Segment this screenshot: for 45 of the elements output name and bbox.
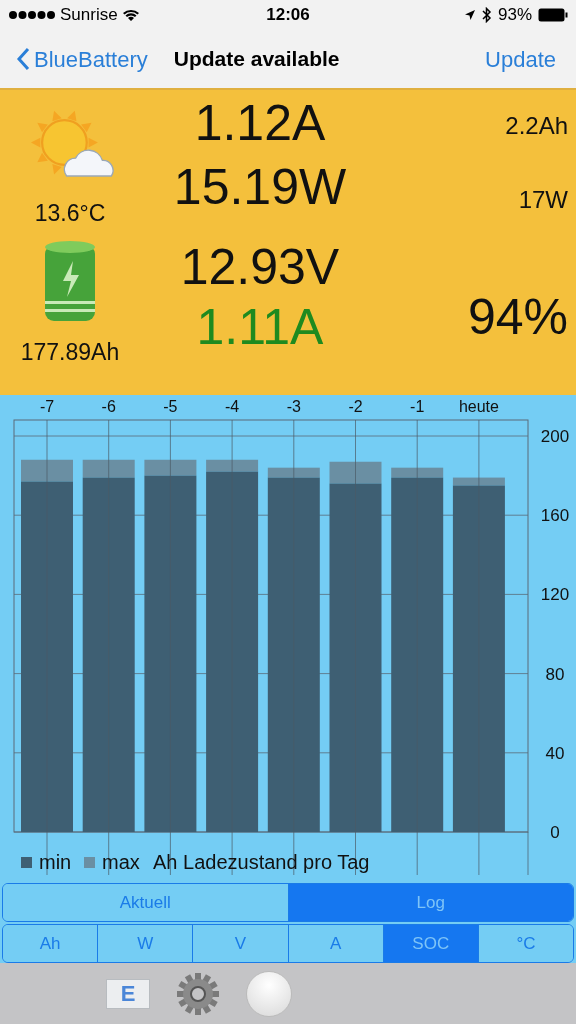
axis-label: -5 [163,398,178,415]
legend-swatch [21,857,32,868]
legend-label: min [39,851,72,873]
axis-label: heute [458,398,499,415]
axis-label: 40 [545,743,565,763]
current-reading: 1.12A [194,94,326,152]
axis-label: 160 [540,506,570,526]
settings-icon[interactable] [176,971,220,1016]
clock-time: 12:06 [266,4,310,27]
axis-label: 0 [550,823,560,842]
mail-button[interactable]: E [106,978,150,1009]
power-reading: 15.19W [173,158,347,216]
current-reading: 1.11A [196,298,324,356]
segment-tab[interactable]: °C [477,925,573,962]
segment-tab[interactable]: Log [287,884,573,921]
axis-label: -4 [225,398,240,415]
power-reading: 17W [518,185,568,215]
temperature-reading: 13.6°C [34,199,106,228]
voltage-reading: 12.93V [180,238,340,296]
axis-label: -6 [101,398,116,415]
back-button[interactable]: BlueBattery [16,42,148,76]
wifi-icon [121,8,140,22]
axis-label: 120 [540,585,570,605]
update-button[interactable]: Update [485,42,560,76]
soc-reading: 94% [467,288,568,347]
segment-tab[interactable]: SOC [382,925,478,962]
charge-reading: 2.2Ah [505,111,568,141]
carrier-name: Sunrise [60,4,118,27]
battery-icon [538,8,568,22]
chevron-icon [16,47,30,71]
legend-swatch [84,857,95,868]
nav-title: Update available [173,46,340,73]
axis-label: -7 [39,398,55,415]
axis-label: -3 [286,398,301,415]
bluetooth-icon [482,7,492,23]
axis-label: -2 [348,398,363,415]
chart-title: Ah Ladezustand pro Tag [153,851,370,873]
axis-label: 80 [545,664,565,684]
location-icon [464,9,476,21]
capacity-reading: 177.89Ah [20,337,120,367]
battery-percent: 93% [498,4,532,27]
axis-label: 200 [540,427,570,446]
axis-label: -1 [410,398,425,415]
signal-icon [8,10,56,20]
legend-label: max [102,851,140,873]
